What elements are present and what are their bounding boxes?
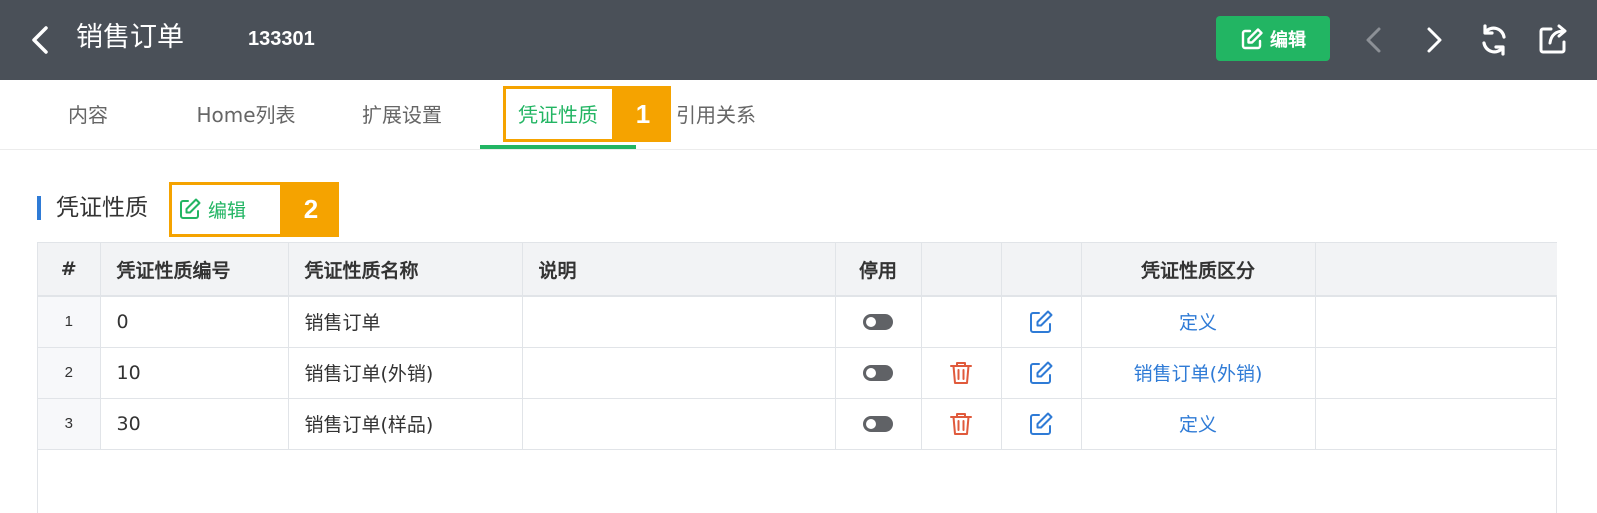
annotation-highlight-2	[169, 182, 283, 237]
delete-cell	[921, 347, 1002, 399]
column-header-delete	[921, 243, 1002, 297]
refresh-icon[interactable]	[1476, 22, 1512, 58]
page-title: 销售订单	[76, 22, 184, 53]
header-edit-label: 编辑	[1270, 29, 1306, 51]
column-header-index: #	[38, 243, 101, 297]
next-record-icon[interactable]	[1416, 22, 1452, 58]
annotation-number-1: 1	[615, 86, 671, 142]
table-row[interactable]: 3 30 销售订单(样品) 定义	[38, 398, 1557, 450]
section-accent-bar	[37, 196, 41, 220]
tab-home-list[interactable]: Home列表	[188, 80, 304, 150]
edit-cell	[1001, 398, 1082, 450]
row-index: 3	[38, 398, 101, 450]
extra-cell	[1315, 347, 1557, 399]
voucher-name: 销售订单(外销)	[288, 347, 523, 399]
trash-icon[interactable]	[947, 410, 975, 438]
document-number: 133301	[248, 28, 315, 50]
disable-toggle[interactable]	[863, 365, 893, 381]
row-index: 1	[38, 296, 101, 348]
active-tab-indicator	[480, 145, 636, 149]
voucher-name: 销售订单	[288, 296, 523, 348]
tab-bar: 内容 Home列表 扩展设置 凭证性质 引用关系	[0, 80, 1597, 150]
edit-icon[interactable]	[1027, 359, 1055, 387]
extra-cell	[1315, 296, 1557, 348]
trash-icon[interactable]	[947, 359, 975, 387]
column-header-edit	[1001, 243, 1082, 297]
column-header-extra	[1315, 243, 1557, 297]
previous-record-icon[interactable]	[1357, 22, 1393, 58]
table-header-row: # 凭证性质编号 凭证性质名称 说明 停用 凭证性质区分	[38, 243, 1557, 297]
tab-references[interactable]: 引用关系	[668, 80, 764, 150]
voucher-code: 0	[100, 296, 289, 348]
category-link[interactable]: 销售订单(外销)	[1134, 363, 1263, 385]
edit-icon[interactable]	[1027, 308, 1055, 336]
header-edit-button[interactable]: 编辑	[1216, 16, 1330, 61]
section-title: 凭证性质	[56, 195, 148, 221]
voucher-nature-table: # 凭证性质编号 凭证性质名称 说明 停用 凭证性质区分 1 0 销售订单 定义…	[37, 242, 1557, 513]
column-header-description: 说明	[522, 243, 836, 297]
category-cell: 销售订单(外销)	[1081, 347, 1316, 399]
edit-cell	[1001, 296, 1082, 348]
annotation-number-2: 2	[283, 182, 339, 237]
column-header-category: 凭证性质区分	[1081, 243, 1316, 297]
column-header-code: 凭证性质编号	[100, 243, 289, 297]
tab-content[interactable]: 内容	[56, 80, 120, 150]
disable-toggle[interactable]	[863, 314, 893, 331]
top-header: 销售订单 133301 编辑	[0, 0, 1597, 80]
delete-cell	[921, 296, 1002, 348]
column-header-name: 凭证性质名称	[288, 243, 523, 297]
column-header-disabled: 停用	[835, 243, 922, 297]
voucher-name: 销售订单(样品)	[288, 398, 523, 450]
extra-cell	[1315, 398, 1557, 450]
back-chevron-icon[interactable]	[24, 22, 60, 58]
edit-icon	[1241, 27, 1263, 49]
disable-toggle-cell	[835, 347, 922, 399]
share-icon[interactable]	[1535, 22, 1571, 58]
table-row[interactable]: 1 0 销售订单 定义	[38, 296, 1557, 348]
category-cell: 定义	[1081, 296, 1316, 348]
annotation-highlight-1	[503, 86, 615, 142]
disable-toggle-cell	[835, 296, 922, 348]
edit-cell	[1001, 347, 1082, 399]
voucher-description	[522, 296, 836, 348]
delete-cell	[921, 398, 1002, 450]
category-link[interactable]: 定义	[1179, 312, 1217, 334]
disable-toggle[interactable]	[863, 416, 893, 432]
voucher-code: 10	[100, 347, 289, 399]
edit-icon[interactable]	[1027, 410, 1055, 438]
voucher-code: 30	[100, 398, 289, 450]
voucher-description	[522, 398, 836, 450]
category-cell: 定义	[1081, 398, 1316, 450]
category-link[interactable]: 定义	[1179, 414, 1217, 436]
voucher-description	[522, 347, 836, 399]
disable-toggle-cell	[835, 398, 922, 450]
row-index: 2	[38, 347, 101, 399]
table-row[interactable]: 2 10 销售订单(外销) 销售订单(外销)	[38, 347, 1557, 399]
tab-extension-settings[interactable]: 扩展设置	[354, 80, 450, 150]
